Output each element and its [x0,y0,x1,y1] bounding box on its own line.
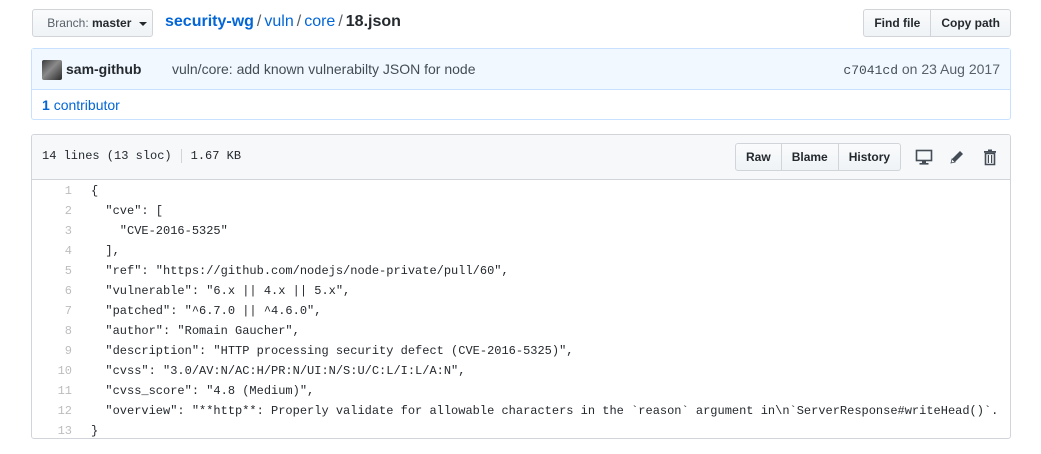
find-file-button[interactable]: Find file [863,9,932,37]
breadcrumb-separator: / [256,13,262,30]
raw-button[interactable]: Raw [735,143,782,171]
file-actions-button-group: Raw Blame History [735,143,902,171]
line-content: "ref": "https://github.com/nodejs/node-p… [91,264,509,278]
line-content: "description": "HTTP processing security… [91,344,574,358]
line-number[interactable]: 9 [32,341,72,361]
pencil-icon[interactable] [948,148,966,166]
breadcrumb-vuln-link[interactable]: vuln [264,13,293,30]
line-content: ], [91,244,120,258]
line-number[interactable]: 11 [32,381,72,401]
code-line: 12 "overview": "**http**: Properly valid… [32,401,1010,421]
history-button[interactable]: History [838,143,902,171]
latest-commit-row: sam-github vuln/core: add known vulnerab… [32,49,1010,90]
line-number[interactable]: 5 [32,261,72,281]
line-number[interactable]: 12 [32,401,72,421]
contributors-label: contributor [53,97,120,113]
code-line: 2 "cve": [ [32,201,1010,221]
line-content: "cve": [ [91,204,164,218]
code-line: 10 "cvss": "3.0/AV:N/AC:H/PR:N/UI:N/S:U/… [32,361,1010,381]
commit-tease: sam-github vuln/core: add known vulnerab… [31,48,1011,120]
line-number[interactable]: 7 [32,301,72,321]
caret-down-icon [138,21,147,26]
line-content: } [91,424,99,438]
code-line: 8 "author": "Romain Gaucher", [32,321,1010,341]
file-navigation: Branch: master security-wg / vuln / core/18.… [32,8,1011,38]
breadcrumb-separator: / [296,13,302,30]
file-info: 14 lines (13 sloc) 1.67 KB [42,149,241,163]
code-line: 11 "cvss_score": "4.8 (Medium)", [32,381,1010,401]
line-content: "overview": "**http**: Properly validate… [91,404,999,418]
avatar[interactable] [42,60,62,80]
line-number[interactable]: 4 [32,241,72,261]
commit-date: on 23 Aug 2017 [901,61,1000,77]
line-number[interactable]: 1 [32,181,72,201]
blame-button[interactable]: Blame [781,143,839,171]
branch-name: master [92,16,132,30]
contributors-row: 1 contributor [32,90,1010,120]
line-content: "CVE-2016-5325" [91,224,228,238]
contributors-count: 1 [42,97,50,113]
line-number[interactable]: 13 [32,421,72,438]
file-line-count: 14 lines (13 sloc) [42,149,172,164]
file-nav-button-group: Find file Copy path [863,9,1011,37]
file-size: 1.67 KB [190,149,242,164]
breadcrumb-separator: / [338,13,343,30]
code-line: 5 "ref": "https://github.com/nodejs/node… [32,261,1010,281]
desktop-icon[interactable] [915,148,933,166]
line-content: { [91,184,99,198]
commit-message-link[interactable]: vuln/core: add known vulnerabilty JSON f… [172,61,476,77]
file-header: 14 lines (13 sloc) 1.67 KB Raw Blame Hist… [32,135,1010,180]
breadcrumb-repo-link[interactable]: security-wg [165,13,254,30]
commit-meta: c7041cd on 23 Aug 2017 [843,61,1000,78]
line-content: "vulnerable": "6.x || 4.x || 5.x", [91,284,351,298]
line-content: "cvss_score": "4.8 (Medium)", [91,384,315,398]
code-line: 4 ], [32,241,1010,261]
commit-sha-link[interactable]: c7041cd [843,63,898,78]
code-line: 7 "patched": "^6.7.0 || ^4.6.0", [32,301,1010,321]
code-line: 1{ [32,181,1010,201]
code-line: 3 "CVE-2016-5325" [32,221,1010,241]
code-table: 1{2 "cve": [3 "CVE-2016-5325" 4 ], 5 "ref"… [32,181,1010,438]
contributors-link[interactable]: 1 contributor [42,97,120,113]
line-number[interactable]: 10 [32,361,72,381]
line-content: "patched": "^6.7.0 || ^4.6.0", [91,304,322,318]
line-number[interactable]: 8 [32,321,72,341]
copy-path-button[interactable]: Copy path [931,9,1011,37]
file-info-divider [180,149,182,163]
code-line: 13} [32,421,1010,438]
code-line: 6 "vulnerable": "6.x || 4.x || 5.x", [32,281,1010,301]
line-number[interactable]: 3 [32,221,72,241]
commit-author-link[interactable]: sam-github [66,61,141,77]
breadcrumb-filename: 18.json [345,13,401,30]
breadcrumb: security-wg / vuln / core/18.json [165,11,401,33]
line-number[interactable]: 2 [32,201,72,221]
branch-select-button[interactable]: Branch: master [32,9,153,37]
branch-prefix: Branch: [47,16,89,30]
file-viewer: 14 lines (13 sloc) 1.67 KB Raw Blame Hist… [31,134,1011,439]
trash-icon[interactable] [981,148,999,166]
line-content: "author": "Romain Gaucher", [91,324,300,338]
code-line: 9 "description": "HTTP processing securi… [32,341,1010,361]
line-content: "cvss": "3.0/AV:N/AC:H/PR:N/UI:N/S:U/C:L… [91,364,466,378]
breadcrumb-core-link[interactable]: core [304,13,335,30]
line-number[interactable]: 6 [32,281,72,301]
